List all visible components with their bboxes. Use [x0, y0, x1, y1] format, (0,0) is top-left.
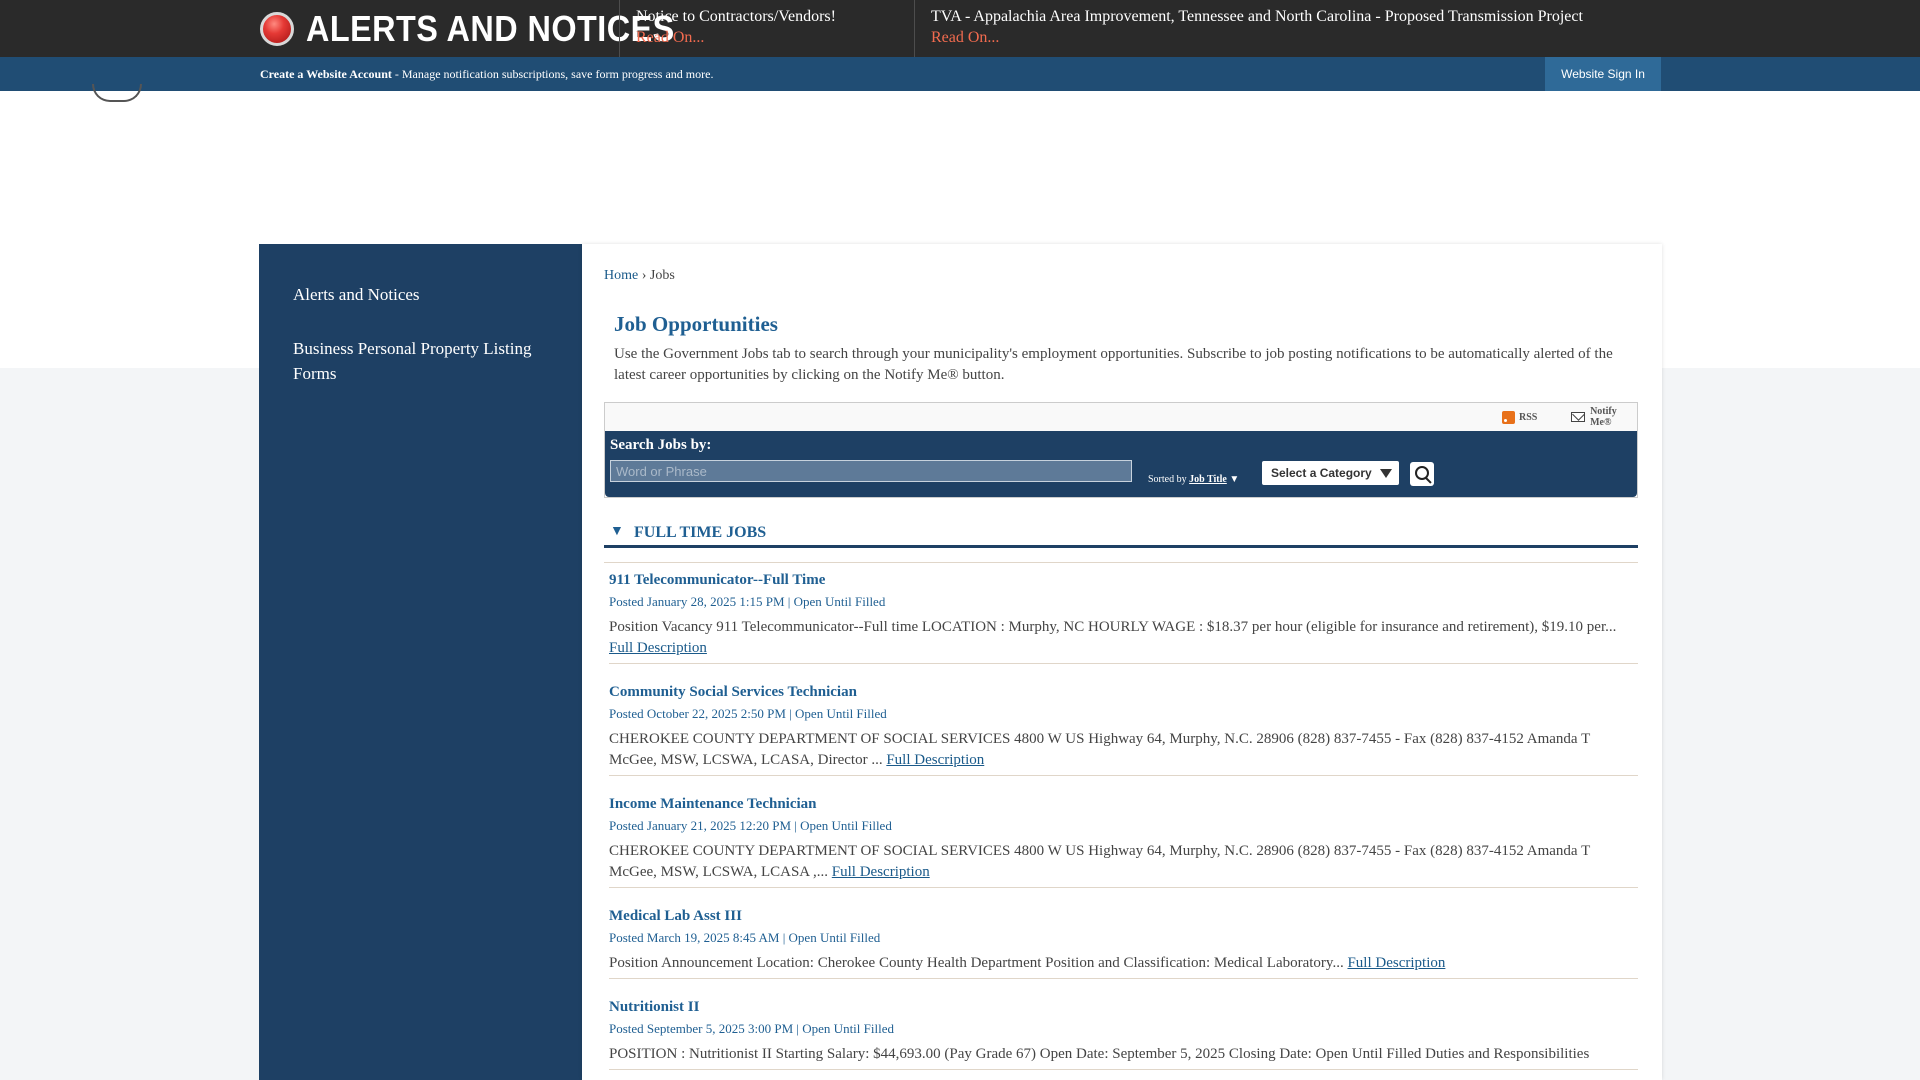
full-description-link[interactable]: Full Description	[609, 640, 707, 656]
sign-in-button[interactable]: Website Sign In	[1545, 57, 1661, 91]
alert-title[interactable]: Notice to Contractors/Vendors!	[636, 6, 914, 27]
search-label: Search Jobs by:	[610, 437, 712, 453]
job-listing: Income Maintenance Technician Posted Jan…	[609, 794, 1638, 888]
job-description: CHEROKEE COUNTY DEPARTMENT OF SOCIAL SER…	[609, 841, 1638, 887]
full-time-jobs-header[interactable]: ▼ FULL TIME JOBS	[604, 524, 1638, 548]
notify-me-link[interactable]: Notify Me®	[1571, 403, 1637, 431]
job-title-link[interactable]: Medical Lab Asst III	[609, 906, 1638, 926]
job-title-link[interactable]: Income Maintenance Technician	[609, 794, 1638, 814]
breadcrumb-home-link[interactable]: Home	[604, 268, 638, 283]
full-description-link[interactable]: Full Description	[886, 752, 984, 768]
alert-title[interactable]: TVA - Appalachia Area Improvement, Tenne…	[931, 6, 1674, 27]
feed-strip: RSS Notify Me®	[605, 403, 1637, 431]
rss-label: RSS	[1519, 411, 1538, 423]
breadcrumb-separator: ›	[638, 268, 650, 283]
page-intro: Use the Government Jobs tab to search th…	[614, 346, 1613, 383]
section-title[interactable]: FULL TIME JOBS	[634, 524, 766, 542]
job-summary: CHEROKEE COUNTY DEPARTMENT OF SOCIAL SER…	[609, 843, 1590, 880]
main-content: Home › Jobs Job Opportunities Use the Go…	[582, 244, 1662, 1080]
read-on-link[interactable]: Read On...	[931, 27, 1674, 49]
sort-control: Sorted by Job Title ▼	[1148, 474, 1239, 485]
job-search-module: RSS Notify Me® Search Jobs by: Sorted by…	[604, 402, 1638, 498]
sort-arrow-icon[interactable]: ▼	[1229, 474, 1239, 485]
collapse-arrow-icon[interactable]: ▼	[610, 524, 624, 540]
account-description: - Manage notification subscriptions, sav…	[391, 67, 714, 81]
sidebar-item-alerts-and-notices[interactable]: Alerts and Notices	[293, 282, 553, 307]
sidebar: Alerts and Notices Business Personal Pro…	[259, 244, 582, 1080]
job-summary: Position Announcement Location: Cherokee…	[609, 955, 1348, 971]
search-input[interactable]	[610, 460, 1132, 482]
job-listing: Nutritionist II Posted September 5, 2025…	[609, 997, 1638, 1070]
job-summary: CHEROKEE COUNTY DEPARTMENT OF SOCIAL SER…	[609, 731, 1590, 768]
rss-link[interactable]: RSS	[1502, 403, 1537, 431]
job-listing: 911 Telecommunicator--Full Time Posted J…	[609, 570, 1638, 664]
sorted-by-label: Sorted by	[1148, 474, 1190, 485]
full-description-link[interactable]: Full Description	[832, 864, 930, 880]
job-title-link[interactable]: Nutritionist II	[609, 997, 1638, 1017]
alert-bar: ALERTS AND NOTICES Notice to Contractors…	[0, 0, 1920, 57]
notify-me-label: Notify Me®	[1590, 406, 1617, 428]
rss-icon	[1502, 410, 1515, 424]
divider	[604, 562, 1638, 563]
job-posted-date: Posted October 22, 2025 2:50 PM | Open U…	[609, 706, 887, 721]
job-posted-date: Posted January 28, 2025 1:15 PM | Open U…	[609, 594, 886, 609]
sidebar-item-business-personal-property-listing-forms[interactable]: Business Personal Property Listing Forms	[293, 336, 553, 386]
alert-item: Notice to Contractors/Vendors! Read On..…	[619, 0, 914, 57]
create-account-link[interactable]: Create a Website Account	[260, 67, 392, 81]
page-title: Job Opportunities	[614, 312, 778, 336]
job-summary: POSITION : Nutritionist II Starting Sala…	[609, 1046, 1590, 1062]
job-posted-date: Posted January 21, 2025 12:20 PM | Open …	[609, 818, 892, 833]
envelope-icon	[1571, 412, 1586, 422]
read-on-link[interactable]: Read On...	[636, 27, 914, 49]
job-title-link[interactable]: 911 Telecommunicator--Full Time	[609, 570, 1638, 590]
breadcrumb-current: Jobs	[649, 268, 675, 283]
job-description: POSITION : Nutritionist II Starting Sala…	[609, 1044, 1638, 1069]
breadcrumb: Home › Jobs	[604, 268, 675, 284]
full-description-link[interactable]: Full Description	[1347, 955, 1445, 971]
search-button[interactable]	[1410, 462, 1434, 486]
chevron-down-icon	[1380, 469, 1392, 478]
job-listing: Community Social Services Technician Pos…	[609, 682, 1638, 776]
job-description: Position Vacancy 911 Telecommunicator--F…	[609, 617, 1638, 663]
job-description: CHEROKEE COUNTY DEPARTMENT OF SOCIAL SER…	[609, 729, 1638, 775]
category-select[interactable]: Select a Category	[1262, 461, 1399, 485]
job-title-link[interactable]: Community Social Services Technician	[609, 682, 1638, 702]
job-description: Position Announcement Location: Cherokee…	[609, 953, 1638, 978]
category-select-label: Select a Category	[1271, 466, 1372, 480]
alert-icon	[260, 11, 294, 46]
account-message: Create a Website Account - Manage notifi…	[260, 57, 713, 91]
sort-field-link[interactable]: Job Title	[1189, 474, 1227, 485]
account-bar: Create a Website Account - Manage notifi…	[0, 57, 1920, 91]
job-summary: Position Vacancy 911 Telecommunicator--F…	[609, 619, 1617, 635]
search-box: Search Jobs by: Sorted by Job Title ▼ Se…	[605, 431, 1637, 497]
job-posted-date: Posted March 19, 2025 8:45 AM | Open Unt…	[609, 930, 881, 945]
alert-item: TVA - Appalachia Area Improvement, Tenne…	[914, 0, 1674, 57]
job-posted-date: Posted September 5, 2025 3:00 PM | Open …	[609, 1021, 894, 1036]
job-list: 911 Telecommunicator--Full Time Posted J…	[609, 570, 1638, 1070]
job-listing: Medical Lab Asst III Posted March 19, 20…	[609, 906, 1638, 979]
